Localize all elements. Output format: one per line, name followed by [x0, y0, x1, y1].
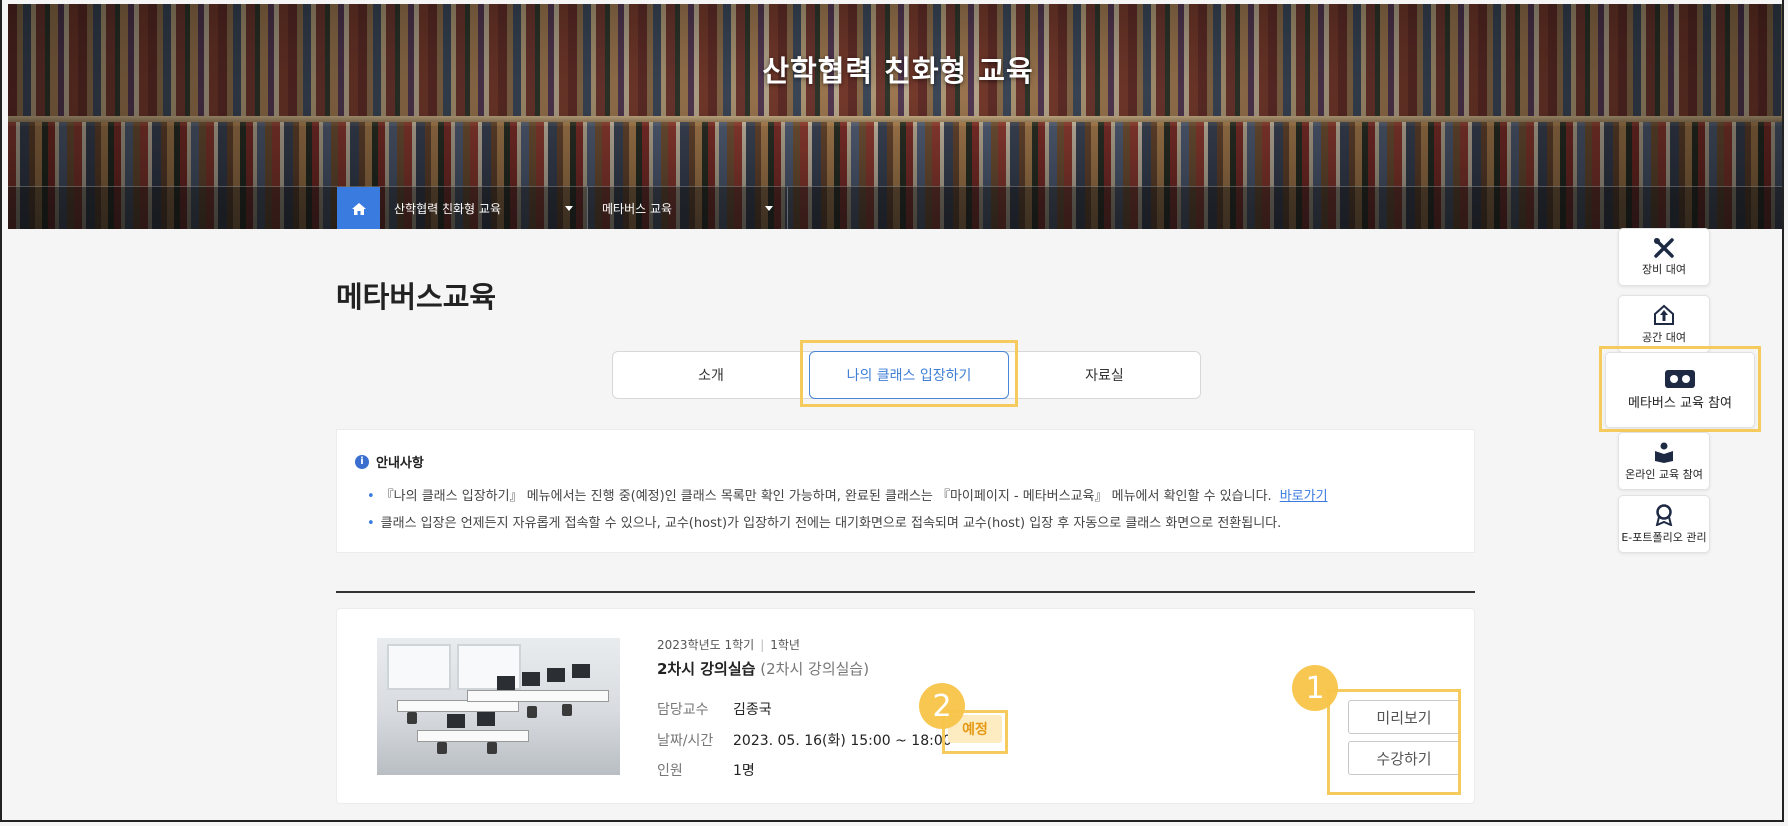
chevron-down-icon	[565, 206, 573, 211]
datetime-row: 날짜/시간 2023. 05. 16(화) 15:00 ~ 18:00	[657, 733, 952, 749]
home-icon	[351, 202, 366, 215]
notice-line-1: • 『나의 클래스 입장하기』 메뉴에서는 진행 중(예정)인 클래스 목록만 확…	[367, 489, 1328, 504]
breadcrumb-level1-label: 산학협력 친화형 교육	[394, 202, 501, 216]
award-icon	[1655, 503, 1673, 526]
preview-button[interactable]: 미리보기	[1348, 700, 1460, 734]
class-term: 2023학년도 1학기 | 1학년	[657, 638, 800, 652]
page-title: 메타버스교육	[336, 280, 497, 314]
breadcrumb-level1-dropdown[interactable]: 산학협력 친화형 교육	[380, 187, 588, 229]
book-user-icon	[1655, 442, 1673, 463]
step-marker-2: 2	[919, 683, 965, 729]
quick-equipment-rental[interactable]: 장비 대여	[1618, 228, 1710, 286]
building-icon	[1654, 304, 1674, 325]
class-card: 2023학년도 1학기 | 1학년 2차시 강의실습 (2차시 강의실습) 담당교수…	[336, 608, 1475, 804]
tab-bar: 소개 나의 클래스 입장하기 자료실	[612, 351, 1201, 399]
notice-box: i 안내사항 • 『나의 클래스 입장하기』 메뉴에서는 진행 중(예정)인 클래…	[336, 429, 1475, 553]
enroll-button[interactable]: 수강하기	[1348, 741, 1460, 775]
class-thumbnail	[377, 638, 620, 775]
breadcrumb-home-button[interactable]	[337, 187, 380, 229]
people-row: 인원 1명	[657, 763, 755, 779]
breadcrumb: 산학협력 친화형 교육 메타버스 교육	[8, 186, 1782, 229]
quick-space-rental[interactable]: 공간 대여	[1618, 295, 1710, 353]
page-frame: 산학협력 친화형 교육 산학협력 친화형 교육 메타버스 교육 메타버스교육 소…	[0, 0, 1784, 822]
tab-resources[interactable]: 자료실	[1009, 352, 1200, 398]
breadcrumb-level2-label: 메타버스 교육	[602, 202, 673, 216]
tab-intro[interactable]: 소개	[613, 352, 809, 398]
step-marker-1: 1	[1292, 665, 1338, 711]
tab-my-class[interactable]: 나의 클래스 입장하기	[809, 351, 1009, 399]
quick-metaverse-education[interactable]: 메타버스 교육 참여	[1605, 352, 1755, 428]
vr-headset-icon	[1665, 370, 1695, 388]
quick-e-portfolio[interactable]: E-포트폴리오 관리	[1618, 495, 1710, 553]
mypage-shortcut-link[interactable]: 바로가기	[1280, 489, 1328, 504]
quick-online-education[interactable]: 온라인 교육 참여	[1618, 432, 1710, 490]
section-divider	[336, 591, 1475, 593]
tools-icon	[1654, 237, 1674, 258]
chevron-down-icon	[765, 206, 773, 211]
class-title: 2차시 강의실습 (2차시 강의실습)	[657, 660, 870, 678]
professor-row: 담당교수 김종국	[657, 702, 772, 718]
notice-line-2: • 클래스 입장은 언제든지 자유롭게 접속할 수 있으나, 교수(host)가 …	[367, 516, 1282, 531]
notice-heading: 안내사항	[376, 456, 424, 471]
breadcrumb-level2-dropdown[interactable]: 메타버스 교육	[588, 187, 788, 229]
hero-title: 산학협력 친화형 교육	[762, 54, 1034, 88]
info-icon: i	[355, 454, 369, 469]
hero-banner: 산학협력 친화형 교육 산학협력 친화형 교육 메타버스 교육	[8, 4, 1782, 229]
